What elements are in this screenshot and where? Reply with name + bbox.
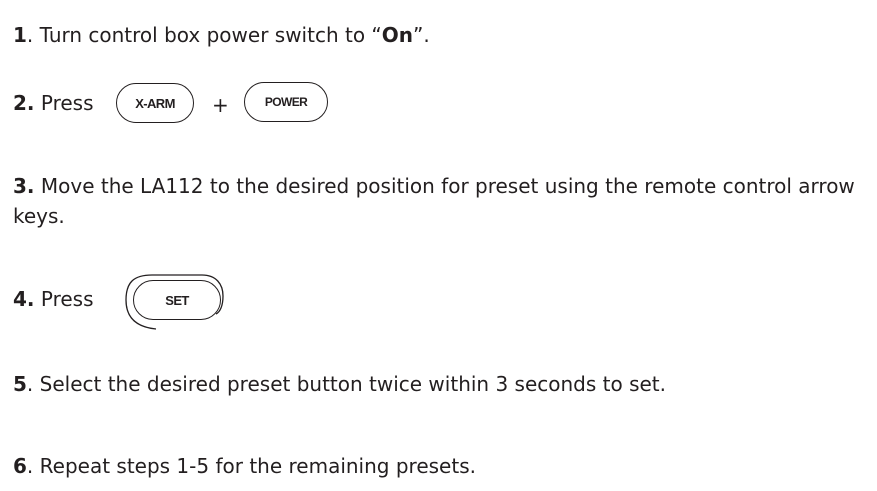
power-key: POWER <box>244 82 328 122</box>
step-2-text: Press <box>40 91 94 115</box>
step-2: 2. Press <box>13 88 94 118</box>
step-4-text: Press <box>40 287 94 311</box>
step-3-number: 3. <box>13 174 35 198</box>
x-arm-key: X-ARM <box>116 83 194 123</box>
step-6-number: 6 <box>13 454 27 478</box>
step-5: 5. Select the desired preset button twic… <box>13 369 666 399</box>
step-1-number: 1 <box>13 23 27 47</box>
step-4-number: 4. <box>13 287 35 311</box>
step-1-separator: . <box>26 23 40 47</box>
step-3-text: Move the LA112 to the desired position f… <box>13 174 855 228</box>
step-3: 3. Move the LA112 to the desired positio… <box>13 171 873 231</box>
step-1-text-after: ”. <box>413 23 430 47</box>
step-5-text: . Select the desired preset button twice… <box>26 372 667 396</box>
step-4: 4. Press <box>13 284 94 314</box>
step-6: 6. Repeat steps 1-5 for the remaining pr… <box>13 451 476 481</box>
step-5-number: 5 <box>13 372 27 396</box>
set-key: SET <box>133 280 221 320</box>
step-1-text: Turn control box power switch to “ <box>39 23 382 47</box>
step-1-emphasis: On <box>381 23 414 47</box>
step-1: 1. Turn control box power switch to “On”… <box>13 20 430 50</box>
step-6-text: . Repeat steps 1-5 for the remaining pre… <box>26 454 476 478</box>
step-2-number: 2. <box>13 91 35 115</box>
plus-sign: + <box>212 93 229 117</box>
